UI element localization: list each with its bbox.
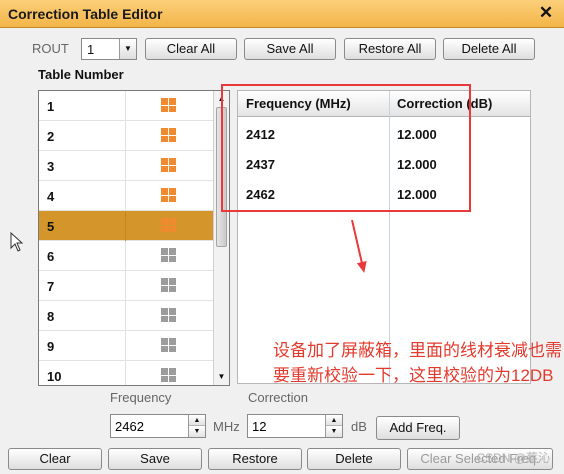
chevron-down-icon[interactable]: ▼ [119, 39, 136, 59]
correction-unit: dB [351, 419, 367, 434]
table-icon-orange [161, 128, 177, 143]
scroll-up-icon[interactable]: ▲ [214, 91, 229, 107]
spin-down-icon[interactable]: ▼ [189, 426, 205, 437]
table-number-list[interactable]: 1 2 3 4 5 6 7 8 9 10 ▲ ▼ [38, 90, 230, 386]
frequency-unit: MHz [213, 419, 240, 434]
table-row[interactable]: 8 [39, 301, 213, 331]
table-icon-gray [161, 308, 177, 323]
table-row[interactable]: 2462 12.000 [238, 179, 530, 209]
table-row[interactable]: 2 [39, 121, 213, 151]
watermark: CSDN @蔡沁 [476, 451, 550, 465]
restore-button[interactable]: Restore [208, 448, 302, 470]
spin-up-icon[interactable]: ▲ [189, 415, 205, 426]
correction-spinner[interactable]: ▲▼ [247, 414, 343, 438]
spin-up-icon[interactable]: ▲ [326, 415, 342, 426]
table-row[interactable]: 3 [39, 151, 213, 181]
table-icon-orange [161, 218, 177, 233]
save-all-button[interactable]: Save All [244, 38, 336, 60]
save-button[interactable]: Save [108, 448, 202, 470]
table-row[interactable]: 1 [39, 91, 213, 121]
table-row[interactable]: 2412 12.000 [238, 119, 530, 149]
correction-input[interactable] [248, 415, 324, 437]
table-row[interactable]: 4 [39, 181, 213, 211]
scrollbar-thumb[interactable] [216, 107, 227, 247]
delete-all-button[interactable]: Delete All [443, 38, 535, 60]
annotation-text: 设备加了屏蔽箱，里面的线材衰减也需要重新校验一下，这里校验的为12DB [273, 341, 562, 385]
column-header-frequency[interactable]: Frequency (MHz) [246, 96, 351, 111]
restore-all-button[interactable]: Restore All [344, 38, 436, 60]
table-row[interactable]: 7 [39, 271, 213, 301]
table-icon-gray [161, 338, 177, 353]
annotation-arrow-head [356, 261, 370, 274]
rout-label: ROUT [32, 41, 69, 56]
table-list-scrollbar[interactable]: ▲ ▼ [213, 91, 229, 385]
title-bar: Correction Table Editor ✕ [0, 0, 564, 28]
table-number-label: Table Number [38, 67, 124, 82]
frequency-label: Frequency [110, 390, 172, 405]
table-row[interactable]: 10 [39, 361, 213, 385]
table-icon-orange [161, 98, 177, 113]
window-title: Correction Table Editor [8, 6, 163, 22]
table-icon-orange [161, 158, 177, 173]
table-icon-orange [161, 188, 177, 203]
clear-button[interactable]: Clear [8, 448, 102, 470]
spin-down-icon[interactable]: ▼ [326, 426, 342, 437]
table-header: Frequency (MHz) Correction (dB) [238, 91, 530, 117]
table-row-selected[interactable]: 5 [39, 211, 213, 241]
column-header-correction[interactable]: Correction (dB) [397, 96, 492, 111]
frequency-input[interactable] [111, 415, 187, 437]
close-icon[interactable]: ✕ [536, 3, 556, 23]
table-icon-gray [161, 248, 177, 263]
table-row[interactable]: 2437 12.000 [238, 149, 530, 179]
clear-all-button[interactable]: Clear All [145, 38, 237, 60]
scroll-down-icon[interactable]: ▼ [214, 369, 229, 385]
table-icon-gray [161, 368, 177, 383]
frequency-spinner[interactable]: ▲▼ [110, 414, 206, 438]
mouse-cursor-icon [10, 232, 24, 252]
delete-button[interactable]: Delete [307, 448, 401, 470]
table-icon-gray [161, 278, 177, 293]
rout-select[interactable]: 1 ▼ [81, 38, 137, 60]
table-row[interactable]: 6 [39, 241, 213, 271]
correction-label: Correction [248, 390, 308, 405]
table-row[interactable]: 9 [39, 331, 213, 361]
add-freq-button[interactable]: Add Freq. [376, 416, 460, 440]
